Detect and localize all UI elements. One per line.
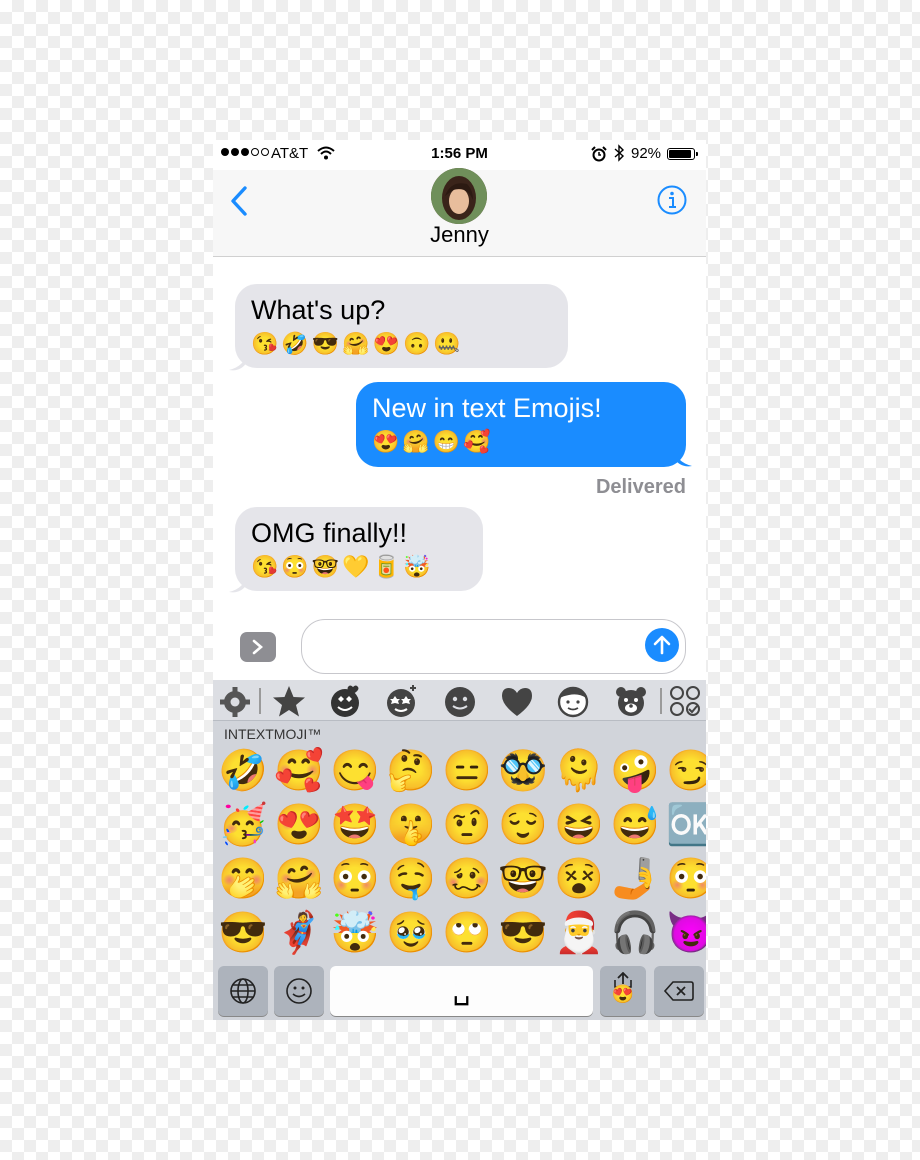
- conversation-header: Jenny: [213, 168, 706, 257]
- emoji-key[interactable]: [274, 966, 324, 1016]
- emoji-key[interactable]: 🤗: [271, 852, 327, 906]
- emoji-key[interactable]: 🤔: [383, 744, 439, 798]
- bear-icon[interactable]: [613, 683, 649, 719]
- emoji-key[interactable]: 🤭: [215, 852, 271, 906]
- category-bar: [213, 680, 706, 721]
- star-icon[interactable]: [271, 683, 307, 719]
- space-key[interactable]: ␣: [330, 966, 593, 1016]
- emoji-key[interactable]: 🫠: [551, 744, 607, 798]
- emoji-key[interactable]: 🤓: [495, 852, 551, 906]
- message-text: New in text Emojis!: [372, 393, 602, 423]
- emoji-key[interactable]: 😳: [663, 852, 706, 906]
- emoji-row: 😎🦸🤯🥹🙄😎🎅🎧😈🤎: [215, 906, 706, 966]
- category-divider: [660, 688, 662, 714]
- heart-icon[interactable]: [499, 683, 535, 719]
- message-emoji: 😍🤗😁🥰: [372, 428, 494, 454]
- info-icon[interactable]: [656, 184, 688, 216]
- emoji-key[interactable]: 😎: [215, 906, 271, 960]
- alarm-icon: [591, 146, 607, 162]
- emoji-key[interactable]: 🤪: [607, 744, 663, 798]
- emoji-key[interactable]: 🤯: [327, 906, 383, 960]
- message-input[interactable]: [301, 619, 686, 674]
- battery-percentage: 92%: [631, 145, 662, 162]
- message-text: OMG finally!!: [251, 518, 408, 548]
- share-emoji-key[interactable]: 😍: [600, 966, 646, 1016]
- emoji-row: 🤣🥰😋🤔😑🥸🫠🤪😏😀: [215, 744, 706, 804]
- emoji-keyboard: INTEXTMOJI™ 🤣🥰😋🤔😑🥸🫠🤪😏😀🥳😍🤩🤫🤨😌😆😅🆗😀🤭🤗😳🤤🥴🤓😵🤳…: [213, 680, 706, 1020]
- grid-icon[interactable]: [667, 683, 703, 719]
- messages-screen: AT&T 1:56 PM 92% Jenny What's up? 😘🤣😎🤗😍🙃…: [213, 140, 706, 1020]
- emoji-key[interactable]: 🤨: [439, 798, 495, 852]
- avatar[interactable]: [431, 168, 487, 224]
- emoji-key[interactable]: 😆: [551, 798, 607, 852]
- person-icon[interactable]: [555, 683, 591, 719]
- smiley-icon[interactable]: [442, 683, 478, 719]
- emoji-key[interactable]: 🙄: [439, 906, 495, 960]
- emoji-key[interactable]: 😎: [495, 906, 551, 960]
- emoji-key[interactable]: 🆗: [663, 798, 706, 852]
- emoji-key[interactable]: 😌: [495, 798, 551, 852]
- emoji-key[interactable]: 😳: [327, 852, 383, 906]
- emoji-row: 🤭🤗😳🤤🥴🤓😵🤳😳😀: [215, 852, 706, 912]
- message-bubble-received[interactable]: What's up? 😘🤣😎🤗😍🙃🤐: [235, 284, 568, 368]
- emoji-key[interactable]: 🥳: [215, 798, 271, 852]
- emoji-key[interactable]: 🤫: [383, 798, 439, 852]
- emoji-key[interactable]: 🎧: [607, 906, 663, 960]
- emoji-key[interactable]: 🤩: [327, 798, 383, 852]
- emoji-key[interactable]: 🦸: [271, 906, 327, 960]
- emoji-key[interactable]: 🥰: [271, 744, 327, 798]
- globe-key[interactable]: [218, 966, 268, 1016]
- emoji-key[interactable]: 🥴: [439, 852, 495, 906]
- emoji-key[interactable]: 😈: [663, 906, 706, 960]
- emoji-key[interactable]: 😏: [663, 744, 706, 798]
- message-emoji: 😘🤣😎🤗😍🙃🤐: [251, 330, 464, 356]
- emoji-key[interactable]: 🤣: [215, 744, 271, 798]
- status-bar: AT&T 1:56 PM 92%: [213, 140, 706, 170]
- emoji-key[interactable]: 😋: [327, 744, 383, 798]
- gear-icon[interactable]: [217, 683, 253, 719]
- apps-button[interactable]: [240, 632, 276, 662]
- smiley-icon: [286, 978, 312, 1004]
- delivery-status: Delivered: [595, 476, 686, 498]
- share-emoji: 😍: [611, 984, 635, 1004]
- emoji-grid: 🤣🥰😋🤔😑🥸🫠🤪😏😀🥳😍🤩🤫🤨😌😆😅🆗😀🤭🤗😳🤤🥴🤓😵🤳😳😀😎🦸🤯🥹🙄😎🎅🎧😈🤎: [215, 744, 706, 996]
- message-bubble-received[interactable]: OMG finally!! 😘😳🤓💛🥫🤯: [235, 507, 483, 591]
- arrow-up-icon: [653, 635, 671, 655]
- love-face-icon[interactable]: [327, 683, 363, 719]
- delete-key[interactable]: [654, 966, 704, 1016]
- emoji-key[interactable]: 🥹: [383, 906, 439, 960]
- category-divider: [259, 688, 261, 714]
- contact-name[interactable]: Jenny: [213, 222, 706, 248]
- battery-icon: [667, 148, 698, 160]
- message-text: What's up?: [251, 295, 386, 325]
- globe-icon: [230, 978, 256, 1004]
- space-glyph: ␣: [452, 974, 471, 1005]
- send-button[interactable]: [645, 628, 679, 662]
- sparkle-face-icon[interactable]: [383, 683, 419, 719]
- emoji-row: 🥳😍🤩🤫🤨😌😆😅🆗😀: [215, 798, 706, 858]
- emoji-section-title: INTEXTMOJI™: [224, 726, 322, 742]
- emoji-key[interactable]: 😍: [271, 798, 327, 852]
- chevron-left-icon[interactable]: [227, 184, 251, 218]
- emoji-key[interactable]: 😵: [551, 852, 607, 906]
- emoji-key[interactable]: 😑: [439, 744, 495, 798]
- keyboard-bottom-row: ␣ 😍: [213, 961, 706, 1020]
- emoji-key[interactable]: 🎅: [551, 906, 607, 960]
- emoji-key[interactable]: 🤳: [607, 852, 663, 906]
- chevron-right-icon: [252, 639, 263, 655]
- emoji-key[interactable]: 🤤: [383, 852, 439, 906]
- bluetooth-icon: [614, 144, 625, 162]
- message-emoji: 😘😳🤓💛🥫🤯: [251, 553, 434, 579]
- emoji-key[interactable]: 🥸: [495, 744, 551, 798]
- emoji-key[interactable]: 😅: [607, 798, 663, 852]
- backspace-icon: [664, 981, 694, 1001]
- message-bubble-sent[interactable]: New in text Emojis! 😍🤗😁🥰: [356, 382, 686, 467]
